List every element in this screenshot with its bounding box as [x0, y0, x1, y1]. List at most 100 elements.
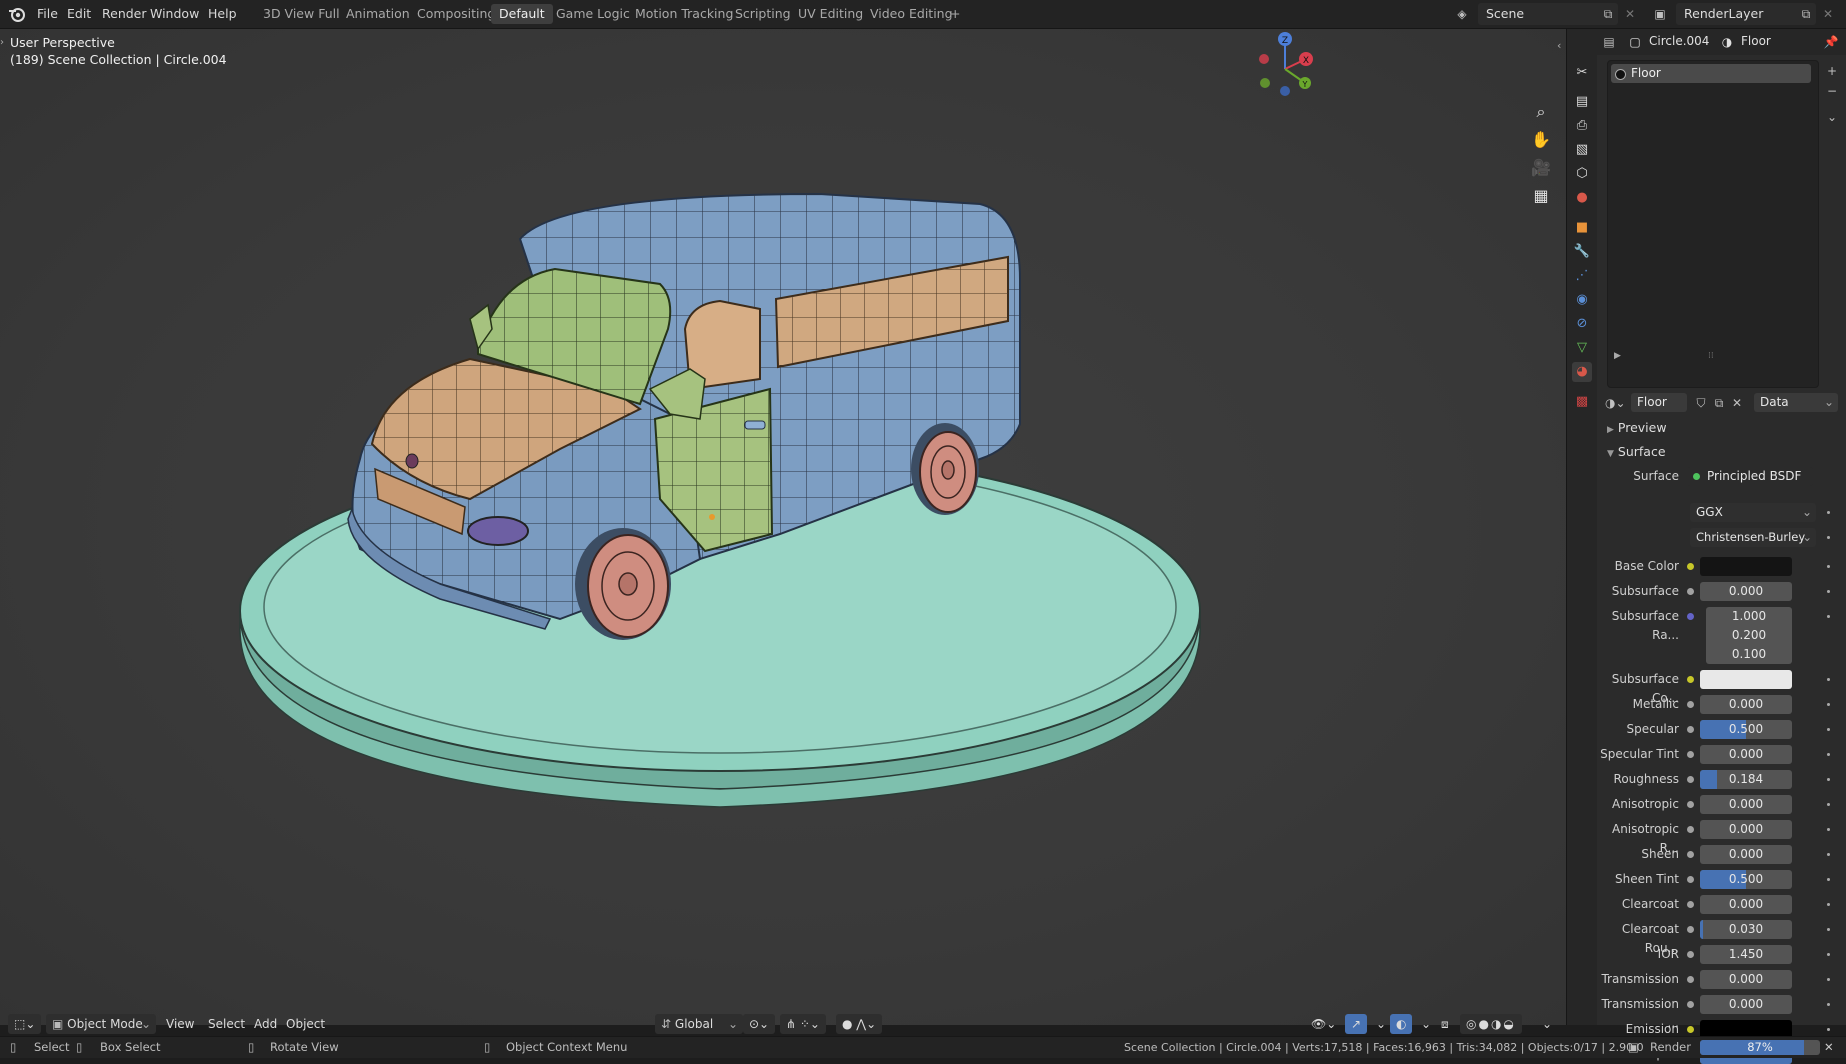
preview-panel-header[interactable]: ▶ Preview	[1607, 418, 1667, 438]
view-layer-icon[interactable]: ▣	[1650, 4, 1670, 24]
tab-scripting[interactable]: Scripting	[727, 4, 799, 24]
input-field-transmission[interactable]: 0.000	[1700, 970, 1792, 989]
tab-game-logic[interactable]: Game Logic	[548, 4, 638, 24]
tab-compositing[interactable]: Compositing	[409, 4, 503, 24]
menu-render[interactable]: Render	[97, 4, 152, 24]
surface-panel-header[interactable]: ▼ Surface	[1607, 442, 1666, 462]
render-layer-selector[interactable]: RenderLayer	[1676, 3, 1816, 25]
pivot-icon[interactable]: ⊙⌄	[743, 1014, 776, 1034]
keyframe-dot-icon[interactable]	[1827, 536, 1830, 539]
socket-icon[interactable]	[1687, 751, 1694, 758]
socket-icon[interactable]	[1687, 676, 1694, 683]
input-field-clearcoat-rou[interactable]: 0.030	[1700, 920, 1792, 939]
orientation-dropdown[interactable]: ⇵ Global ⌄	[655, 1014, 743, 1034]
blender-logo-icon[interactable]	[8, 5, 26, 23]
unlink-material-icon[interactable]: ✕	[1727, 393, 1747, 413]
color-swatch-subsurface-co[interactable]	[1700, 670, 1792, 689]
tool-settings-tab-icon[interactable]: ✂	[1572, 63, 1592, 83]
socket-icon[interactable]	[1687, 1026, 1694, 1033]
keyframe-dot-icon[interactable]	[1827, 703, 1830, 706]
xray-icon[interactable]: ⧈	[1435, 1014, 1455, 1034]
remove-slot-icon[interactable]: −	[1822, 81, 1842, 101]
keyframe-dot-icon[interactable]	[1827, 615, 1830, 618]
socket-icon[interactable]	[1687, 876, 1694, 883]
socket-icon[interactable]	[1687, 976, 1694, 983]
vector-component-field[interactable]: 0.200	[1706, 626, 1792, 645]
sidebar-toggle-icon[interactable]: ‹	[1557, 39, 1561, 52]
overlay-menu-icon[interactable]: ⌄	[1415, 1014, 1437, 1034]
keyframe-dot-icon[interactable]	[1827, 903, 1830, 906]
tab-default[interactable]: Default	[491, 4, 553, 24]
shading-mode-buttons[interactable]: ◎●◑◒	[1460, 1014, 1522, 1034]
keyframe-dot-icon[interactable]	[1827, 803, 1830, 806]
socket-icon[interactable]	[1687, 776, 1694, 783]
vector-component-field[interactable]: 0.100	[1706, 645, 1792, 664]
socket-icon[interactable]	[1687, 851, 1694, 858]
mode-dropdown[interactable]: ▣ Object Mode ⌄	[46, 1014, 156, 1034]
keyframe-dot-icon[interactable]	[1827, 728, 1830, 731]
tab-animation[interactable]: Animation	[338, 4, 418, 24]
visibility-icon[interactable]: 👁⌄	[1305, 1014, 1342, 1034]
socket-icon[interactable]	[1687, 951, 1694, 958]
scene-browse-icon[interactable]: ◈	[1452, 4, 1472, 24]
new-scene-icon[interactable]: ⧉	[1598, 4, 1618, 24]
input-field-specular-tint[interactable]: 0.000	[1700, 745, 1792, 764]
duplicate-material-icon[interactable]: ⧉	[1709, 393, 1729, 413]
add-workspace-button[interactable]: +	[946, 4, 964, 24]
distribution-dropdown[interactable]: GGX ⌄	[1690, 503, 1816, 522]
socket-icon[interactable]	[1687, 563, 1694, 570]
pin-icon[interactable]: 📌	[1821, 32, 1841, 52]
keyframe-dot-icon[interactable]	[1827, 928, 1830, 931]
gizmo-menu-icon[interactable]: ⌄	[1370, 1014, 1392, 1034]
navigation-gizmo[interactable]: Z X Y	[1250, 29, 1320, 109]
3d-viewport[interactable]: › User Perspective (189) Scene Collectio…	[0, 29, 1566, 1025]
menu-file[interactable]: File	[32, 4, 63, 24]
scene-selector[interactable]: Scene	[1478, 3, 1618, 25]
material-datablock-field[interactable]: Floor	[1631, 393, 1687, 412]
object-data-tab-icon[interactable]: ▽	[1572, 338, 1592, 358]
input-field-anisotropic-r[interactable]: 0.000	[1700, 820, 1792, 839]
keyframe-dot-icon[interactable]	[1827, 878, 1830, 881]
surface-shader-field[interactable]: Principled BSDF	[1687, 467, 1813, 486]
socket-icon[interactable]	[1687, 588, 1694, 595]
pan-hand-icon[interactable]: ✋	[1530, 129, 1552, 151]
menu-add[interactable]: Add	[248, 1014, 283, 1034]
editor-type-3d-icon[interactable]: ⬚⌄	[8, 1014, 42, 1034]
world-tab-icon[interactable]: ●	[1572, 188, 1592, 208]
modifier-tab-icon[interactable]: 🔧	[1572, 242, 1592, 262]
shading-menu-icon[interactable]: ⌄	[1536, 1014, 1558, 1034]
render-tab-icon[interactable]: ▤	[1572, 92, 1592, 112]
color-swatch-base-color[interactable]	[1700, 557, 1792, 576]
input-field-ior[interactable]: 1.450	[1700, 945, 1792, 964]
socket-icon[interactable]	[1687, 901, 1694, 908]
keyframe-dot-icon[interactable]	[1827, 511, 1830, 514]
keyframe-dot-icon[interactable]	[1827, 953, 1830, 956]
socket-icon[interactable]	[1687, 701, 1694, 708]
camera-view-icon[interactable]: 🎥	[1530, 157, 1552, 179]
socket-icon[interactable]	[1687, 726, 1694, 733]
keyframe-dot-icon[interactable]	[1827, 678, 1830, 681]
output-tab-icon[interactable]: ⎙	[1572, 116, 1592, 136]
input-field-roughness[interactable]: 0.184	[1700, 770, 1792, 789]
input-field-metallic[interactable]: 0.000	[1700, 695, 1792, 714]
vector-component-field[interactable]: 1.000	[1706, 607, 1792, 626]
ortho-grid-icon[interactable]: ▦	[1530, 185, 1552, 207]
view-layer-tab-icon[interactable]: ▧	[1572, 140, 1592, 160]
keyframe-dot-icon[interactable]	[1827, 753, 1830, 756]
constraints-tab-icon[interactable]: ⊘	[1572, 314, 1592, 334]
scene-tab-icon[interactable]: ⬡	[1572, 164, 1592, 184]
texture-tab-icon[interactable]: ▩	[1572, 392, 1592, 412]
menu-object[interactable]: Object	[280, 1014, 331, 1034]
resize-handle-icon[interactable]: ⁞⁞	[1708, 351, 1714, 361]
socket-icon[interactable]	[1687, 801, 1694, 808]
socket-icon[interactable]	[1687, 826, 1694, 833]
menu-edit[interactable]: Edit	[62, 4, 96, 24]
keyframe-dot-icon[interactable]	[1827, 1028, 1830, 1031]
keyframe-dot-icon[interactable]	[1827, 978, 1830, 981]
material-tab-icon[interactable]: ◕	[1572, 362, 1592, 382]
subsurface-method-dropdown[interactable]: Christensen-Burley ⌄	[1690, 528, 1816, 547]
input-field-clearcoat[interactable]: 0.000	[1700, 895, 1792, 914]
keyframe-dot-icon[interactable]	[1827, 1003, 1830, 1006]
menu-view[interactable]: View	[160, 1014, 200, 1034]
keyframe-dot-icon[interactable]	[1827, 853, 1830, 856]
